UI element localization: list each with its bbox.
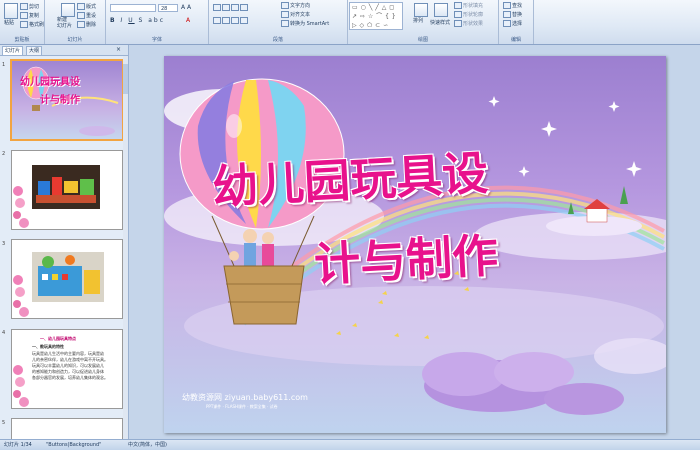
font-format-buttons[interactable]: B I U S abc xyxy=(110,17,165,24)
replace-button[interactable]: 替换 xyxy=(503,11,522,18)
thumbnail-heading: 一、幼儿园玩具特点 xyxy=(40,336,76,341)
delete-icon xyxy=(77,21,85,28)
slides-group-label: 幻灯片 xyxy=(67,37,83,43)
thumbnail-subheading: 一、教玩具的特性 xyxy=(32,344,64,349)
slide-thumbnail-4[interactable]: 一、幼儿园玩具特点 一、教玩具的特性 玩具是幼儿生活中的主要内容，玩具是幼 儿的… xyxy=(11,329,123,409)
thumbnail-toy-board-photo xyxy=(13,252,104,317)
outdent-icon xyxy=(240,4,248,11)
align-center-icon xyxy=(222,17,230,24)
drawing-group: ▭ ○ ╲ ╱ △ ◻ ↗ ⇨ ☆ ⌒ { } ▷ ◇ ⬠ ⊂ ∽ 排列 快速样式 … xyxy=(348,0,499,44)
binoculars-icon xyxy=(503,2,511,9)
thumbnail-title-line2: 计与制作 xyxy=(40,95,80,106)
thumbnail-body-line: 各部分器官的发展，培养幼儿集体的观念。 xyxy=(32,375,108,380)
slides-group: 新建 幻灯片 版式 重设 删除 幻灯片 xyxy=(45,0,106,44)
editing-group: 查找 替换 选择 编辑 xyxy=(499,0,534,44)
quick-styles-button[interactable]: 快速样式 xyxy=(430,19,450,26)
copy-icon xyxy=(20,12,28,19)
text-direction-button[interactable]: 文字方向 xyxy=(281,2,310,9)
select-button[interactable]: 选择 xyxy=(503,20,522,27)
delete-button[interactable]: 删除 xyxy=(77,21,96,28)
bullets-buttons[interactable] xyxy=(213,4,249,11)
numbering-icon xyxy=(222,4,230,11)
cut-button[interactable]: 剪切 xyxy=(20,3,39,10)
slide-number: 5 xyxy=(2,420,6,426)
shapes-gallery[interactable]: ▭ ○ ╲ ╱ △ ◻ ↗ ⇨ ☆ ⌒ { } ▷ ◇ ⬠ ⊂ ∽ xyxy=(349,2,403,30)
font-name-field[interactable] xyxy=(110,4,156,12)
quick-styles-icon[interactable] xyxy=(434,3,448,17)
font-size-buttons[interactable]: A A xyxy=(181,4,191,11)
effects-icon xyxy=(454,20,462,27)
align-left-icon xyxy=(213,17,221,24)
thumbnail-title-line1: 幼儿园玩具设 xyxy=(20,77,80,88)
editing-group-label: 编辑 xyxy=(510,37,521,43)
drawing-group-label: 绘图 xyxy=(417,37,428,43)
slide-number: 2 xyxy=(2,151,6,157)
status-bar: 幻灯片 1/34 "Buttons|Background" 中文(简体，中国) xyxy=(0,439,700,450)
reset-icon xyxy=(77,12,85,19)
slide-thumbnail-2[interactable] xyxy=(11,150,123,230)
format-painter-button[interactable]: 格式刷 xyxy=(20,21,44,28)
alignment-buttons[interactable] xyxy=(213,17,249,24)
fill-icon xyxy=(454,2,462,9)
smartart-button[interactable]: 转换为 SmartArt xyxy=(281,20,329,27)
slide-number: 1 xyxy=(2,62,6,68)
align-text-icon xyxy=(281,11,289,18)
slide-thumbnail-5[interactable] xyxy=(11,418,123,440)
ribbon: 粘贴 剪切 复制 格式刷 剪贴板 新建 幻灯片 版式 重设 删除 幻灯片 28 … xyxy=(0,0,700,45)
slide-number: 3 xyxy=(2,241,6,247)
tab-outline[interactable]: 大纲 xyxy=(26,46,43,55)
slides-panel: 幻灯片 大纲 × 1 幼儿园玩具设 计与制作 2 3 4 一、幼儿园玩具特点 一… xyxy=(0,45,129,440)
find-button[interactable]: 查找 xyxy=(503,2,522,9)
paste-icon[interactable] xyxy=(4,3,18,19)
slide-thumbnail-3[interactable] xyxy=(11,239,123,319)
panel-tabs: 幻灯片 大纲 × xyxy=(0,45,128,56)
smartart-icon xyxy=(281,20,289,27)
clipboard-group: 粘贴 剪切 复制 格式刷 剪贴板 xyxy=(0,0,45,44)
panel-scrollbar[interactable] xyxy=(123,56,128,439)
indent-icon xyxy=(231,4,239,11)
bullets-icon xyxy=(213,4,221,11)
new-slide-icon[interactable] xyxy=(61,3,75,17)
paragraph-group-label: 段落 xyxy=(272,37,283,43)
tab-slides[interactable]: 幻灯片 xyxy=(2,46,24,55)
replace-icon xyxy=(503,11,511,18)
scissors-icon xyxy=(20,3,28,10)
paintbrush-icon xyxy=(20,21,28,28)
layout-icon xyxy=(77,3,85,10)
paste-button[interactable]: 粘贴 xyxy=(4,19,14,26)
font-group: 28 A A B I U S abc A 字体 xyxy=(106,0,209,44)
slide-thumbnail-1[interactable]: 幼儿园玩具设 计与制作 xyxy=(10,59,124,141)
clipboard-group-label: 剪贴板 xyxy=(14,37,30,43)
slide-title-line2[interactable]: 计与制作 xyxy=(312,219,500,295)
thumbnail-toys-photo xyxy=(13,165,100,228)
slide-number: 4 xyxy=(2,330,6,336)
align-text-button[interactable]: 对齐文本 xyxy=(281,11,310,18)
slide-footer-site: 幼教资源网 ziyuan.baby611.com xyxy=(182,393,308,402)
paragraph-group: 文字方向 对齐文本 转换为 SmartArt 段落 xyxy=(209,0,348,44)
new-slide-button[interactable]: 新建 幻灯片 xyxy=(57,17,72,29)
copy-button[interactable]: 复制 xyxy=(20,12,39,19)
cursor-icon xyxy=(503,20,511,27)
reset-button[interactable]: 重设 xyxy=(77,12,96,19)
font-group-label: 字体 xyxy=(151,37,162,43)
shape-outline-button[interactable]: 形状轮廓 xyxy=(454,11,483,18)
align-right-icon xyxy=(231,17,239,24)
slide-editor: 幼儿园玩具设 计与制作 幼教资源网 ziyuan.baby611.com PPT… xyxy=(129,45,700,439)
current-slide[interactable]: 幼儿园玩具设 计与制作 幼教资源网 ziyuan.baby611.com PPT… xyxy=(164,56,666,433)
font-color-button[interactable]: A xyxy=(186,17,190,24)
layout-button[interactable]: 版式 xyxy=(77,3,96,10)
shape-effects-button[interactable]: 形状效果 xyxy=(454,20,483,27)
slide-footer-subtitle: PPT课件 · FLASH课件 · 教案全集 · 试卷 xyxy=(206,404,278,409)
arrange-button[interactable]: 排列 xyxy=(413,17,423,24)
text-direction-icon xyxy=(281,2,289,9)
outline-icon xyxy=(454,11,462,18)
font-size-field[interactable]: 28 xyxy=(158,4,178,12)
arrange-icon[interactable] xyxy=(414,3,428,17)
close-panel-icon[interactable]: × xyxy=(116,46,121,53)
shape-fill-button[interactable]: 形状填充 xyxy=(454,2,483,9)
scrollbar-thumb[interactable] xyxy=(123,64,128,94)
justify-icon xyxy=(240,17,248,24)
